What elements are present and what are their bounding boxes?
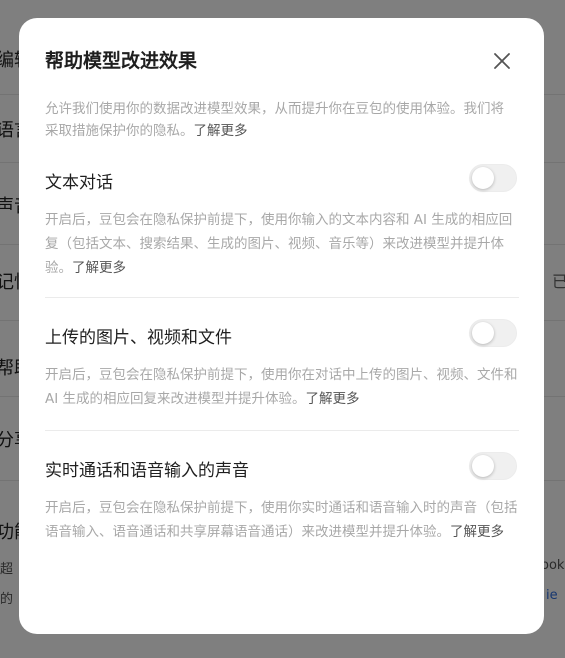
voice-toggle[interactable] bbox=[469, 452, 517, 480]
section-title: 实时通话和语音输入的声音 bbox=[45, 461, 249, 481]
section-title: 上传的图片、视频和文件 bbox=[45, 328, 232, 348]
close-icon bbox=[489, 48, 515, 74]
toggle-knob bbox=[472, 455, 494, 477]
learn-more-link[interactable]: 了解更多 bbox=[450, 524, 504, 540]
learn-more-link[interactable]: 了解更多 bbox=[72, 260, 126, 276]
section-title: 文本对话 bbox=[45, 173, 113, 193]
description-text: 开启后，豆包会在隐私保护前提下，使用你实时通话和语音输入时的声音（包括语音输入、… bbox=[45, 500, 518, 540]
section-divider bbox=[45, 430, 519, 431]
improve-model-dialog: 帮助模型改进效果 允许我们使用你的数据改进模型效果，从而提升你在豆包的使用体验。… bbox=[19, 18, 544, 634]
dialog-intro: 允许我们使用你的数据改进模型效果，从而提升你在豆包的使用体验。我们将采取措施保护… bbox=[45, 98, 515, 142]
section-description: 开启后，豆包会在隐私保护前提下，使用你在对话中上传的图片、视频、文件和 AI 生… bbox=[45, 363, 519, 411]
section-description: 开启后，豆包会在隐私保护前提下，使用你实时通话和语音输入时的声音（包括语音输入、… bbox=[45, 496, 519, 544]
uploads-toggle[interactable] bbox=[469, 319, 517, 347]
section-divider bbox=[45, 297, 519, 298]
section-description: 开启后，豆包会在隐私保护前提下，使用你输入的文本内容和 AI 生成的相应回复（包… bbox=[45, 208, 519, 280]
intro-text: 允许我们使用你的数据改进模型效果，从而提升你在豆包的使用体验。我们将采取措施保护… bbox=[45, 101, 504, 139]
dialog-title: 帮助模型改进效果 bbox=[45, 50, 198, 72]
toggle-knob bbox=[472, 167, 494, 189]
text-chat-toggle[interactable] bbox=[469, 164, 517, 192]
learn-more-link[interactable]: 了解更多 bbox=[306, 391, 360, 407]
close-button[interactable] bbox=[489, 48, 515, 74]
learn-more-link[interactable]: 了解更多 bbox=[194, 123, 248, 139]
toggle-knob bbox=[472, 322, 494, 344]
description-text: 开启后，豆包会在隐私保护前提下，使用你在对话中上传的图片、视频、文件和 AI 生… bbox=[45, 367, 518, 407]
